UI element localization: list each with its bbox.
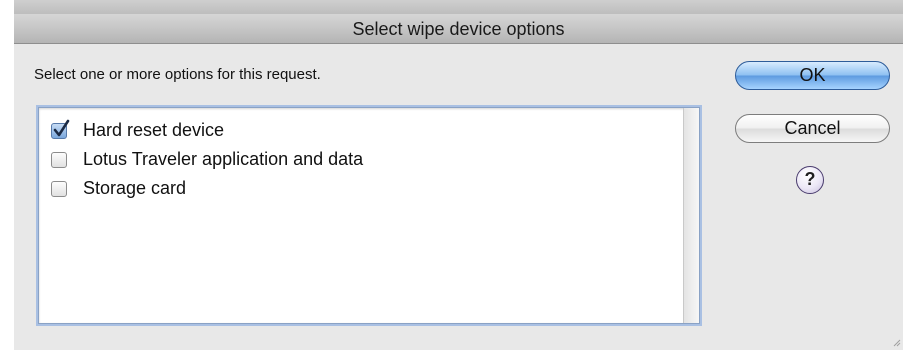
option-lotus-traveler[interactable]: Lotus Traveler application and data: [51, 145, 363, 174]
wipe-options-dialog: Select wipe device options Select one or…: [14, 0, 903, 350]
option-label: Lotus Traveler application and data: [83, 149, 364, 169]
option-hard-reset[interactable]: Hard reset device: [51, 116, 363, 145]
lotus-traveler-checkbox[interactable]: [51, 151, 67, 168]
option-label: Storage card: [83, 178, 187, 198]
dialog-title: Select wipe device options: [352, 19, 565, 39]
option-label: Hard reset device: [83, 120, 225, 140]
resize-grip-icon[interactable]: [891, 337, 901, 347]
list-scrollbar[interactable]: [683, 108, 699, 323]
cancel-button[interactable]: Cancel: [735, 114, 890, 143]
help-button[interactable]: ?: [796, 166, 824, 194]
instructions-text: Select one or more options for this requ…: [34, 66, 321, 83]
dialog-titlebar[interactable]: Select wipe device options: [14, 14, 903, 44]
options-list[interactable]: Hard reset device Lotus Traveler applica…: [38, 107, 700, 324]
underlying-window-strip: [14, 0, 903, 14]
ok-button[interactable]: OK: [735, 61, 890, 90]
hard-reset-checkbox[interactable]: [51, 119, 70, 139]
storage-card-checkbox[interactable]: [51, 180, 67, 197]
option-storage-card[interactable]: Storage card: [51, 174, 363, 203]
options-items: Hard reset device Lotus Traveler applica…: [51, 116, 363, 203]
checkmark-icon: [53, 119, 70, 136]
